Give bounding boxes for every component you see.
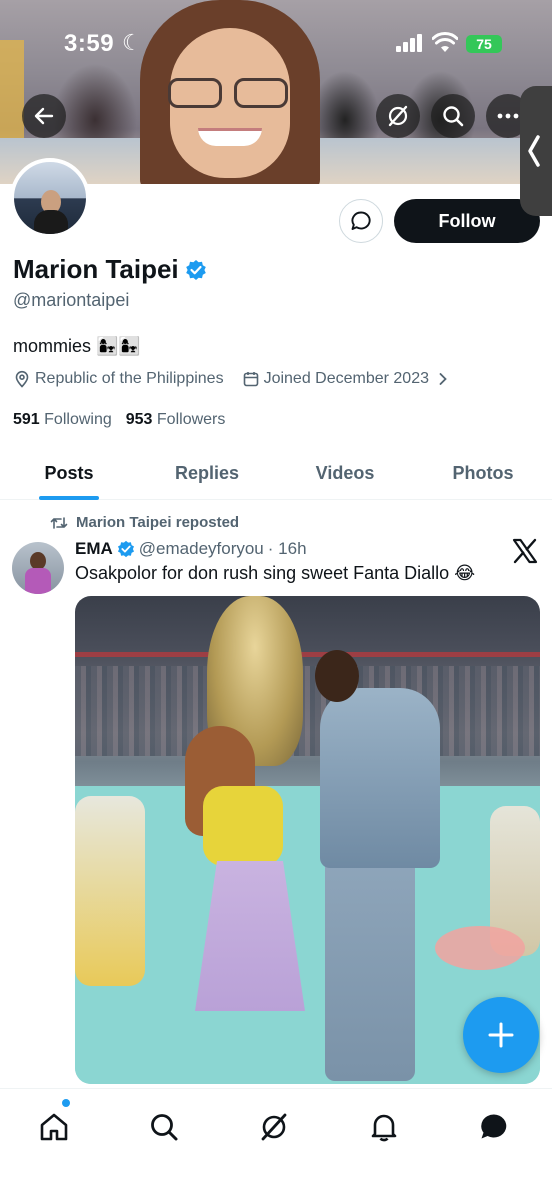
bottom-navigation [0,1088,552,1200]
status-time: 3:59 [64,30,115,57]
tab-replies[interactable]: Replies [138,448,276,499]
message-button[interactable] [339,199,383,243]
back-button[interactable] [22,94,66,138]
compose-post-button[interactable] [463,997,539,1073]
profile-avatar[interactable] [10,158,90,238]
arrow-left-icon [34,107,54,125]
location-text: Republic of the Philippines [35,370,224,387]
repost-label: Marion Taipei reposted [76,514,240,531]
repost-icon [50,516,68,529]
nav-messages[interactable] [474,1107,514,1147]
search-icon [151,1114,178,1141]
verified-badge-icon[interactable] [185,259,207,281]
wifi-icon [432,32,458,52]
moon-icon: ☾ [122,30,142,55]
status-bar: 3:59 ☾ 75 [0,0,552,84]
chevron-left-icon [528,135,540,167]
more-horizontal-icon [497,113,519,119]
profile-tabs: Posts Replies Videos Photos [0,448,552,500]
home-notification-dot [62,1099,70,1107]
joined-text: Joined December 2023 [263,370,429,387]
nav-search[interactable] [144,1107,184,1147]
x-logo-icon[interactable] [512,538,538,564]
location-item: Republic of the Philippines [13,370,224,388]
following-count: 591 [13,411,40,428]
location-pin-icon [15,370,29,388]
home-icon [40,1113,68,1141]
joined-item[interactable]: Joined December 2023 [242,370,449,388]
following-label: Following [44,411,112,428]
profile-meta: Republic of the Philippines Joined Decem… [13,370,467,388]
grok-button[interactable] [376,94,420,138]
followers-link[interactable]: 953 Followers [126,411,226,429]
chat-bubble-icon [351,211,371,230]
post-author-name[interactable]: EMA [75,539,113,559]
repost-indicator: Marion Taipei reposted [50,514,239,531]
nav-notifications[interactable] [364,1107,404,1147]
tab-posts[interactable]: Posts [0,448,138,499]
profile-handle: @mariontaipei [13,290,130,310]
post-header: EMA @emadeyforyou · 16h [75,539,307,559]
following-link[interactable]: 591 Following [13,411,112,429]
display-name: Marion Taipei [13,254,179,284]
profile-bio: mommies 👩‍👧👩‍👧 [13,336,141,356]
post-time: · 16h [267,539,307,558]
search-icon [443,106,464,127]
side-panel-handle[interactable] [520,86,552,216]
follow-counts: 591 Following 953 Followers [13,411,225,429]
followers-count: 953 [125,411,153,428]
post-text: Osakpolor for don rush sing sweet Fanta … [75,563,476,583]
grok-icon [261,1113,287,1141]
battery-indicator: 75 [466,35,502,53]
followers-label: Followers [156,411,226,428]
grok-icon [388,105,408,127]
profile-name-row: Marion Taipei [13,254,207,285]
post-author-avatar[interactable] [12,542,64,594]
verified-badge-icon [117,540,134,558]
chevron-right-icon [439,373,447,385]
follow-button[interactable]: Follow [394,199,540,243]
tab-photos[interactable]: Photos [414,448,552,499]
bell-icon [371,1114,397,1142]
post-author-handle[interactable]: @emadeyforyou [139,539,264,559]
nav-home[interactable] [34,1107,74,1147]
cellular-signal-icon [396,34,422,52]
chat-bubble-icon [481,1114,507,1139]
calendar-icon [243,372,258,387]
search-button[interactable] [431,94,475,138]
plus-icon [488,1022,514,1048]
nav-grok[interactable] [254,1107,294,1147]
tab-videos[interactable]: Videos [276,448,414,499]
